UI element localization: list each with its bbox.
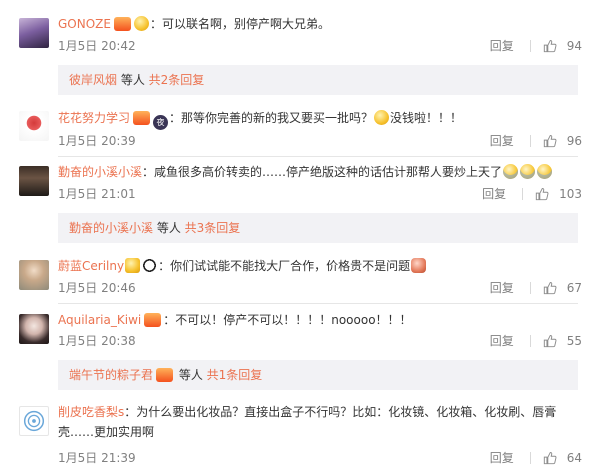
vip-badge-icon [113, 17, 131, 31]
comment-meta: 1月5日 21:01 回复 103 [58, 186, 582, 202]
reply-button[interactable]: 回复 [490, 280, 514, 296]
like-count: 64 [566, 451, 582, 465]
laugh-cry-emoji-icon [520, 164, 536, 179]
reply-button[interactable]: 回复 [490, 38, 514, 54]
comment-text: ：可以联名啊，别停产啊大兄弟。 [149, 17, 330, 31]
divider [529, 335, 531, 347]
sub-reply-user[interactable]: 彼岸风烟 [69, 73, 117, 87]
like-count: 103 [559, 187, 582, 201]
comment-line: 勤奋的小溪小溪：咸鱼很多高价转卖的……停产绝版这种的话估计那帮人要炒上天了 [58, 164, 582, 180]
comment-time: 1月5日 21:39 [58, 451, 136, 465]
lollipop-emoji-icon [125, 258, 141, 273]
sub-reply-box[interactable]: 勤奋的小溪小溪 等人 共3条回复 [58, 213, 578, 243]
comment-line: 蔚蓝Cerilny ：你们试试能不能找大厂合作，价格贵不是问题 [58, 258, 582, 274]
comment-username[interactable]: 花花努力学习 [58, 111, 130, 125]
reply-button[interactable]: 回复 [490, 333, 514, 349]
comment-line: 花花努力学习 夜：那等你完善的新的我又要买一批吗？ 没钱啦！！！ [58, 110, 582, 130]
divider [522, 188, 524, 200]
avatar[interactable] [19, 111, 49, 141]
divider [529, 282, 531, 294]
avatar[interactable] [19, 314, 49, 344]
reply-button[interactable]: 回复 [490, 133, 514, 149]
medal-icon [133, 16, 149, 31]
like-button[interactable]: 67 [543, 280, 582, 296]
comment-time: 1月5日 20:42 [58, 39, 136, 53]
divider [529, 452, 531, 464]
comment-username[interactable]: 削皮吃香梨s [58, 405, 124, 419]
pig-emoji-icon [411, 258, 427, 273]
like-count: 67 [566, 281, 582, 295]
thumbs-up-icon [543, 452, 557, 465]
comment-username[interactable]: GONOZE [58, 17, 111, 31]
comment-text: ：那等你完善的新的我又要买一批吗？ [169, 111, 374, 125]
like-count: 96 [566, 134, 582, 148]
comment-line: Aquilaria_Kiwi ：不可以！停产不可以！！！！nooooo！！！ [58, 312, 582, 328]
comment-text-2: 没钱啦！！！ [390, 111, 463, 125]
avatar[interactable] [19, 18, 49, 48]
panda-emoji-icon [142, 258, 158, 273]
divider [529, 40, 531, 52]
sub-reply-box[interactable]: 彼岸风烟 等人 共2条回复 [58, 65, 578, 95]
comment-line: GONOZE ：可以联名啊，别停产啊大兄弟。 [58, 16, 582, 32]
comment-text: ：为什么要出化妆品？直接出盒子不行吗？比如：化妆镜、化妆箱、化妆刷、唇膏壳……更… [58, 405, 557, 439]
thumbs-up-icon [543, 40, 557, 53]
sub-reply-link[interactable]: 共2条回复 [149, 73, 205, 87]
like-button[interactable]: 103 [535, 186, 582, 202]
avatar[interactable] [19, 406, 49, 436]
thumbs-up-icon [543, 282, 557, 295]
comment-divider [58, 303, 578, 304]
divider [529, 135, 531, 147]
reply-button[interactable]: 回复 [490, 450, 514, 466]
comment-meta: 1月5日 20:42 回复 94 [58, 38, 582, 54]
comment-meta: 1月5日 21:39 回复 64 [58, 450, 582, 466]
like-button[interactable]: 64 [543, 450, 582, 466]
comment-line: 削皮吃香梨s：为什么要出化妆品？直接出盒子不行吗？比如：化妆镜、化妆箱、化妆刷、… [58, 402, 582, 442]
comment-meta: 1月5日 20:38 回复 55 [58, 333, 582, 349]
comment-time: 1月5日 20:46 [58, 281, 136, 295]
like-count: 55 [566, 334, 582, 348]
sub-reply-text: 等人 [153, 221, 185, 235]
comment-meta: 1月5日 20:46 回复 67 [58, 280, 582, 296]
avatar[interactable] [19, 166, 49, 196]
sub-reply-link[interactable]: 共3条回复 [185, 221, 241, 235]
thumbs-up-icon [543, 135, 557, 148]
avatar[interactable] [19, 260, 49, 290]
comment-time: 1月5日 20:39 [58, 134, 136, 148]
sub-reply-link[interactable]: 共1条回复 [207, 368, 263, 382]
vip-badge-icon [156, 368, 174, 382]
like-button[interactable]: 96 [543, 133, 582, 149]
sub-reply-text: 等人 [117, 73, 149, 87]
comment-text: ：不可以！停产不可以！！！！nooooo！！！ [163, 313, 412, 327]
thumbs-up-icon [535, 188, 549, 201]
comment-time: 1月5日 20:38 [58, 334, 136, 348]
comment-username[interactable]: 蔚蓝Cerilny [58, 259, 124, 273]
laugh-cry-emoji-icon [537, 164, 553, 179]
like-button[interactable]: 55 [543, 333, 582, 349]
vip-badge-icon [144, 313, 162, 327]
question-emoji-icon [374, 110, 390, 125]
sub-reply-user[interactable]: 勤奋的小溪小溪 [69, 221, 153, 235]
comment-time: 1月5日 21:01 [58, 187, 136, 201]
sub-reply-text: 等人 [175, 368, 207, 382]
reply-button[interactable]: 回复 [482, 186, 506, 202]
night-badge-icon: 夜 [153, 115, 169, 130]
sub-reply-user[interactable]: 端午节的粽子君 [69, 368, 153, 382]
thumbs-up-icon [543, 335, 557, 348]
comment-meta: 1月5日 20:39 回复 96 [58, 133, 582, 149]
like-button[interactable]: 94 [543, 38, 582, 54]
like-count: 94 [566, 39, 582, 53]
comment-username[interactable]: 勤奋的小溪小溪 [58, 165, 142, 179]
swirl-icon [23, 410, 45, 432]
comment-username[interactable]: Aquilaria_Kiwi [58, 313, 141, 327]
laugh-cry-emoji-icon [503, 164, 519, 179]
sub-reply-box[interactable]: 端午节的粽子君 等人 共1条回复 [58, 360, 578, 390]
comment-text: ：咸鱼很多高价转卖的……停产绝版这种的话估计那帮人要炒上天了 [142, 165, 503, 179]
comment-text: ：你们试试能不能找大厂合作，价格贵不是问题 [158, 259, 411, 273]
comment-divider [58, 156, 578, 157]
vip-badge-icon [133, 111, 151, 125]
